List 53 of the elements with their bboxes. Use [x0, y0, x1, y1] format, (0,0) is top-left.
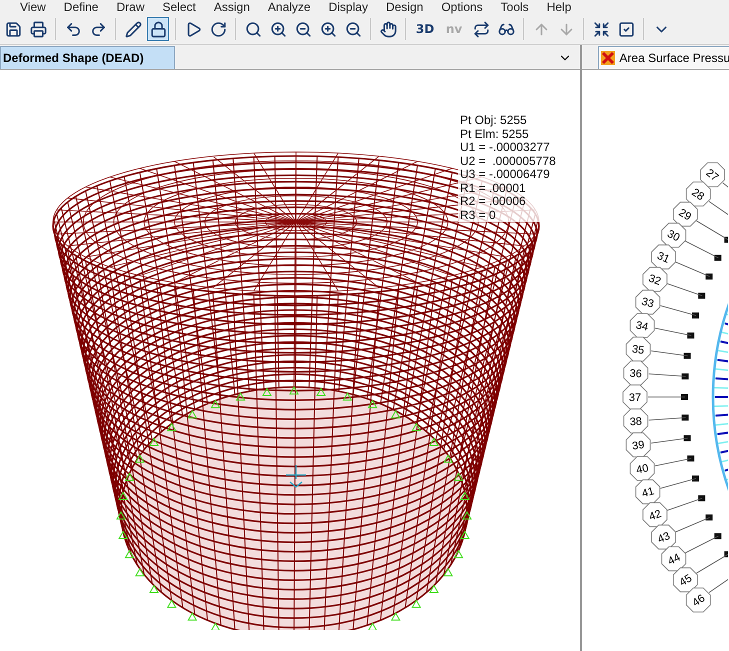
leader-line — [654, 328, 692, 336]
grid-bubble-label: 39 — [632, 439, 646, 453]
leader-line — [676, 262, 710, 277]
point-readout: Pt Obj: 5255 Pt Elm: 5255 U1 = -.00003277 U2 = .000005778 U3 = -.00006479 R1 = .00001 R2 = .00006 R3 = 0 — [458, 114, 558, 222]
menu-item[interactable]: Draw — [116, 0, 144, 14]
leader-line — [651, 438, 689, 444]
menu-item[interactable]: View — [20, 0, 46, 14]
menu-item[interactable]: Tools — [500, 0, 529, 14]
menu-item[interactable]: Options — [441, 0, 483, 14]
leader-line — [685, 536, 720, 554]
grid-bubble-label: 45 — [678, 572, 695, 589]
leader-line — [648, 396, 686, 398]
leader-line — [667, 498, 703, 511]
grid-bubble-label: 34 — [635, 319, 650, 334]
grid-bubble-label: 32 — [647, 272, 663, 288]
menu-item[interactable]: Select — [162, 0, 196, 14]
grid-bubble-label: 37 — [629, 392, 642, 404]
leader-line — [660, 478, 697, 489]
leader-line — [648, 374, 686, 377]
menu-item[interactable]: Design — [386, 0, 424, 14]
menu-item[interactable]: Assign — [214, 0, 250, 14]
tab-label: Area Surface Pressu — [619, 51, 729, 65]
menu-item[interactable]: Define — [64, 0, 98, 14]
grid-bubble-label: 46 — [690, 592, 708, 610]
grid-bubble-label: 42 — [648, 508, 664, 524]
grid-bubble-label: 35 — [632, 343, 646, 357]
leader-line — [685, 240, 720, 258]
view-tab[interactable]: Area Surface Pressu — [598, 46, 729, 69]
grid-bubble-label: 40 — [636, 462, 650, 477]
grid-bubble-label: 28 — [690, 186, 707, 204]
menu-item[interactable]: Help — [546, 0, 572, 14]
lock-icon[interactable] — [147, 17, 169, 41]
leader-line — [654, 458, 692, 466]
grid-bubble-label: 44 — [666, 552, 683, 568]
leader-line — [667, 283, 703, 296]
leader-line — [651, 350, 689, 356]
grid-bubble-label: 43 — [656, 530, 672, 546]
menu-item[interactable]: Display — [328, 0, 368, 14]
grid-bubble-label: 27 — [704, 167, 721, 184]
grid-bubble-label: 33 — [640, 296, 656, 311]
grid-bubble-label: 30 — [666, 228, 682, 244]
grid-bubble-label: 31 — [656, 250, 672, 266]
grid-bubble-label: 36 — [630, 368, 643, 380]
pressure-icon — [601, 51, 616, 65]
grid-bubble-label: 29 — [676, 206, 694, 224]
leader-line — [660, 305, 697, 316]
grid-bubble-label: 38 — [630, 416, 643, 428]
view-tab[interactable]: Deformed Shape (DEAD) — [0, 46, 175, 69]
leader-line — [676, 517, 710, 532]
leader-line — [648, 417, 686, 420]
grid-bubble-label: 41 — [641, 485, 656, 500]
view-toggle[interactable]: 3D — [412, 17, 438, 41]
menu-item[interactable]: Analyze — [268, 0, 311, 14]
